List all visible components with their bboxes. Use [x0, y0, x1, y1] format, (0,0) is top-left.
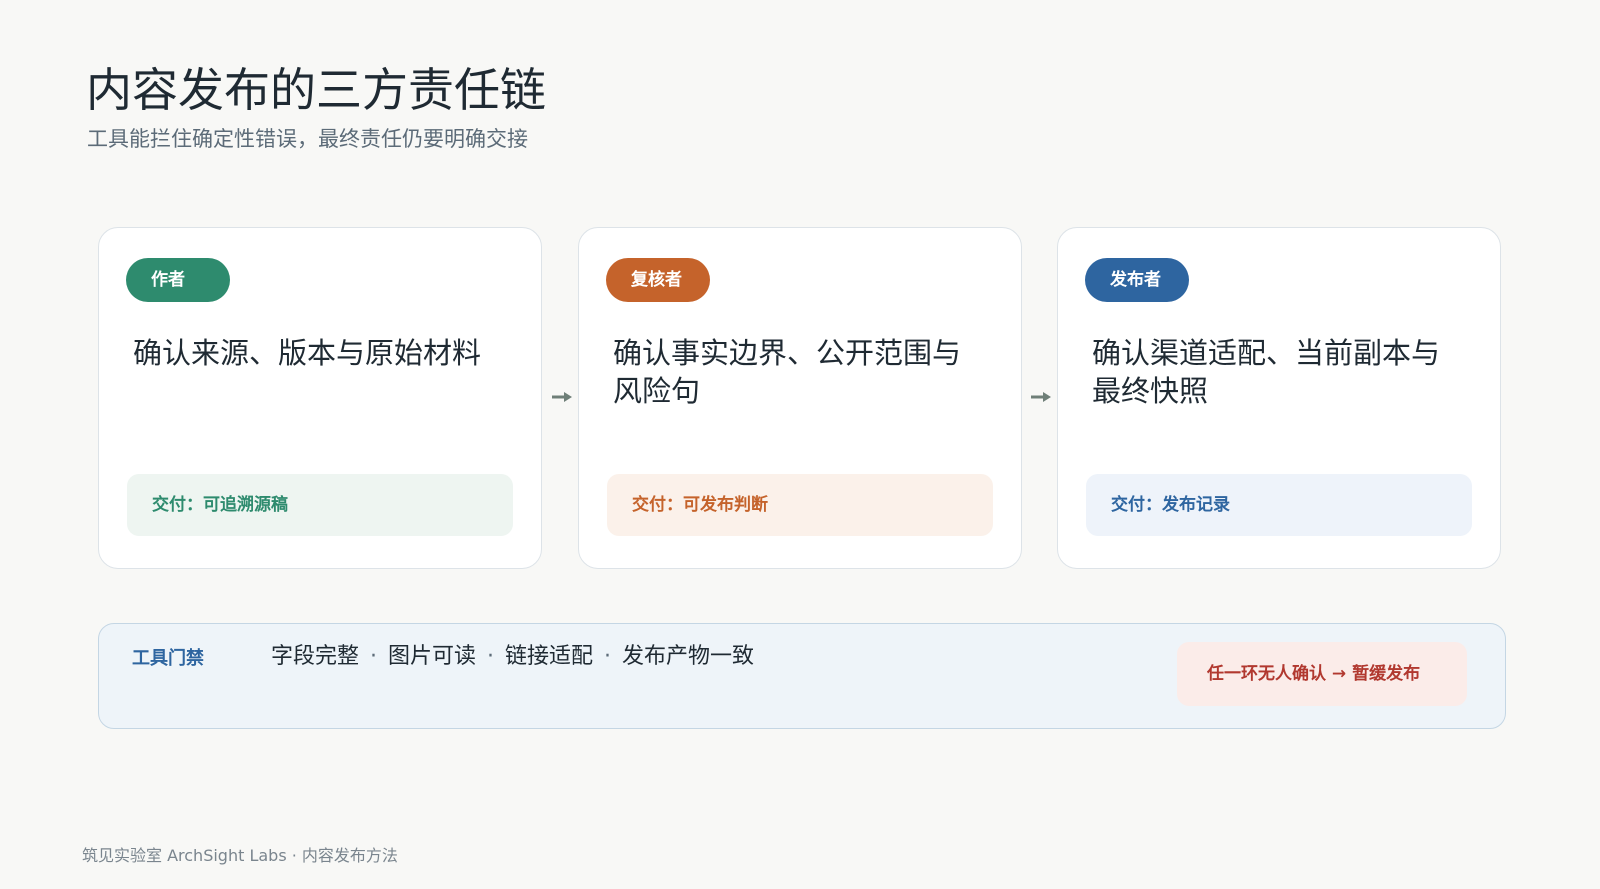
page-subtitle: 工具能拦住确定性错误，最终责任仍要明确交接: [87, 127, 528, 151]
gate-item: 图片可读: [388, 644, 477, 669]
role-deliverable-publisher: 交付：发布记录: [1086, 474, 1472, 536]
gate-item: 字段完整: [271, 644, 360, 669]
role-badge-reviewer: 复核者: [606, 258, 710, 302]
role-deliverable-author: 交付：可追溯源稿: [127, 474, 513, 536]
role-responsibility-reviewer: 确认事实边界、公开范围与风险句: [613, 336, 962, 408]
page-title: 内容发布的三方责任链: [86, 63, 546, 117]
role-card-publisher: 发布者 确认渠道适配、当前副本与最终快照 交付：发布记录: [1057, 227, 1501, 569]
gate-separator: ·: [370, 644, 378, 669]
tool-gate-checklist: 字段完整 · 图片可读 · 链接适配 · 发布产物一致: [271, 640, 754, 674]
tool-gate-panel: 工具门禁 字段完整 · 图片可读 · 链接适配 · 发布产物一致 任一环无人确认 → 暂缓发…: [98, 623, 1506, 729]
gate-item: 发布产物一致: [622, 644, 755, 669]
role-card-author: 作者 确认来源、版本与原始材料 交付：可追溯源稿: [98, 227, 542, 569]
flow-arrow-icon: [1031, 392, 1051, 402]
role-badge-publisher: 发布者: [1085, 258, 1189, 302]
role-deliverable-reviewer: 交付：可发布判断: [607, 474, 993, 536]
hold-publish-warning: 任一环无人确认 → 暂缓发布: [1177, 642, 1467, 706]
footer-credit: 筑见实验室 ArchSight Labs · 内容发布方法: [82, 846, 398, 865]
role-responsibility-publisher: 确认渠道适配、当前副本与最终快照: [1092, 336, 1441, 408]
gate-separator: ·: [487, 644, 495, 669]
flow-arrow-icon: [552, 392, 572, 402]
gate-separator: ·: [604, 644, 612, 669]
role-responsibility-author: 确认来源、版本与原始材料: [133, 336, 482, 370]
role-card-reviewer: 复核者 确认事实边界、公开范围与风险句 交付：可发布判断: [578, 227, 1022, 569]
gate-item: 链接适配: [505, 644, 594, 669]
tool-gate-label: 工具门禁: [132, 648, 204, 669]
role-badge-author: 作者: [126, 258, 230, 302]
